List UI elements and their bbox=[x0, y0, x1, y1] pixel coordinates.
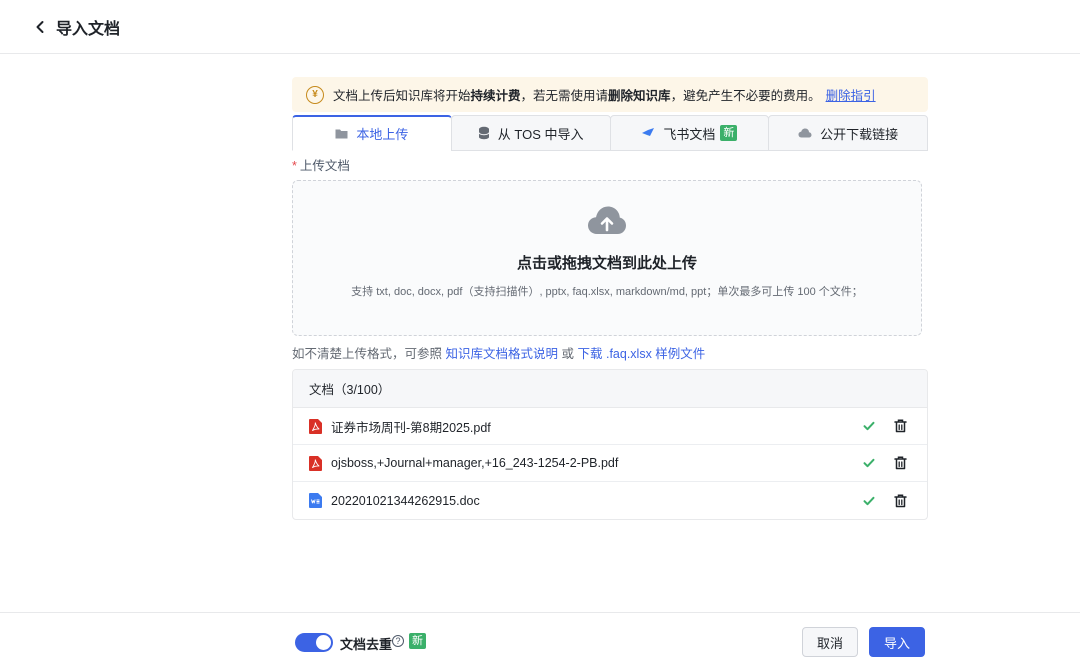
billing-notice: ¥ 文档上传后知识库将开始持续计费，若无需使用请删除知识库，避免产生不必要的费用… bbox=[292, 77, 928, 112]
document-list: 文档（3/100） 证券市场周刊-第8期2025.pdf ojsboss,+Jo… bbox=[292, 369, 928, 520]
footer-bar: 文档去重 ? 新 取消 导入 bbox=[0, 612, 1080, 670]
import-panel: ¥ 文档上传后知识库将开始持续计费，若无需使用请删除知识库，避免产生不必要的费用… bbox=[292, 77, 928, 520]
upload-field-label: * 上传文档 bbox=[292, 155, 928, 174]
tab-label: 公开下载链接 bbox=[820, 126, 899, 142]
tab-label: 本地上传 bbox=[356, 127, 409, 142]
tab-feishu-docs[interactable]: 飞书文档 新 bbox=[609, 115, 770, 151]
list-item: 202201021344262915.doc bbox=[293, 482, 927, 519]
import-source-tabs: 本地上传 从 TOS 中导入 飞书文档 新 公开下载链接 bbox=[292, 115, 928, 151]
check-icon bbox=[861, 496, 877, 506]
file-name: ojsboss,+Journal+manager,+16_243-1254-2-… bbox=[331, 456, 619, 470]
file-name: 202201021344262915.doc bbox=[331, 493, 480, 508]
file-name: 证券市场周刊-第8期2025.pdf bbox=[331, 420, 491, 435]
question-icon[interactable]: ? bbox=[392, 635, 404, 647]
import-button[interactable]: 导入 bbox=[869, 627, 925, 657]
upload-label-text: 上传文档 bbox=[299, 159, 350, 173]
cloud-upload-icon bbox=[587, 205, 627, 238]
upload-dropzone[interactable]: 点击或拖拽文档到此处上传 支持 txt, doc, docx, pdf（支持扫描… bbox=[292, 180, 922, 336]
trash-icon[interactable] bbox=[892, 419, 908, 433]
notice-text: 文档上传后知识库将开始持续计费，若无需使用请删除知识库，避免产生不必要的费用。 bbox=[333, 89, 821, 103]
check-icon bbox=[861, 421, 877, 431]
format-spec-link[interactable]: 知识库文档格式说明 bbox=[446, 347, 559, 361]
check-icon bbox=[861, 458, 877, 468]
dedup-label: 文档去重 bbox=[340, 637, 393, 652]
toggle-knob bbox=[316, 635, 331, 650]
list-item: ojsboss,+Journal+manager,+16_243-1254-2-… bbox=[293, 445, 927, 482]
download-sample-link[interactable]: 下载 .faq.xlsx 样例文件 bbox=[578, 347, 706, 361]
trash-icon[interactable] bbox=[892, 456, 908, 470]
help-prefix: 如不清楚上传格式，可参照 bbox=[292, 347, 443, 361]
help-middle: 或 bbox=[561, 347, 575, 361]
pdf-file-icon bbox=[309, 455, 322, 471]
delete-guide-link[interactable]: 删除指引 bbox=[826, 85, 876, 104]
feishu-icon bbox=[641, 127, 655, 139]
tab-label: 从 TOS 中导入 bbox=[497, 126, 584, 142]
back-icon[interactable] bbox=[30, 17, 50, 37]
list-item: 证券市场周刊-第8期2025.pdf bbox=[293, 408, 927, 445]
dedup-toggle[interactable] bbox=[295, 633, 333, 652]
required-mark: * bbox=[292, 159, 297, 173]
page-header: 导入文档 bbox=[0, 0, 1080, 54]
dropzone-title: 点击或拖拽文档到此处上传 bbox=[516, 255, 697, 272]
tab-local-upload[interactable]: 本地上传 bbox=[292, 115, 452, 151]
trash-icon[interactable] bbox=[892, 494, 908, 508]
cancel-button[interactable]: 取消 bbox=[802, 627, 858, 657]
yen-icon: ¥ bbox=[306, 85, 324, 104]
cloud-link-icon bbox=[798, 128, 812, 138]
document-list-header: 文档（3/100） bbox=[293, 370, 927, 408]
page-title: 导入文档 bbox=[56, 20, 121, 38]
tab-tos-import[interactable]: 从 TOS 中导入 bbox=[450, 115, 611, 151]
format-help: 如不清楚上传格式，可参照 知识库文档格式说明 或 下载 .faq.xlsx 样例… bbox=[292, 343, 928, 362]
database-icon bbox=[478, 126, 490, 140]
folder-icon bbox=[335, 128, 348, 139]
dropzone-hint: 支持 txt, doc, docx, pdf（支持扫描件）, pptx, faq… bbox=[351, 286, 863, 298]
tab-label: 飞书文档 bbox=[663, 126, 716, 142]
new-badge: 新 bbox=[720, 125, 738, 141]
new-badge: 新 bbox=[409, 633, 426, 649]
tab-public-link[interactable]: 公开下载链接 bbox=[768, 115, 928, 151]
pdf-file-icon bbox=[309, 418, 322, 434]
doc-file-icon bbox=[309, 493, 322, 508]
